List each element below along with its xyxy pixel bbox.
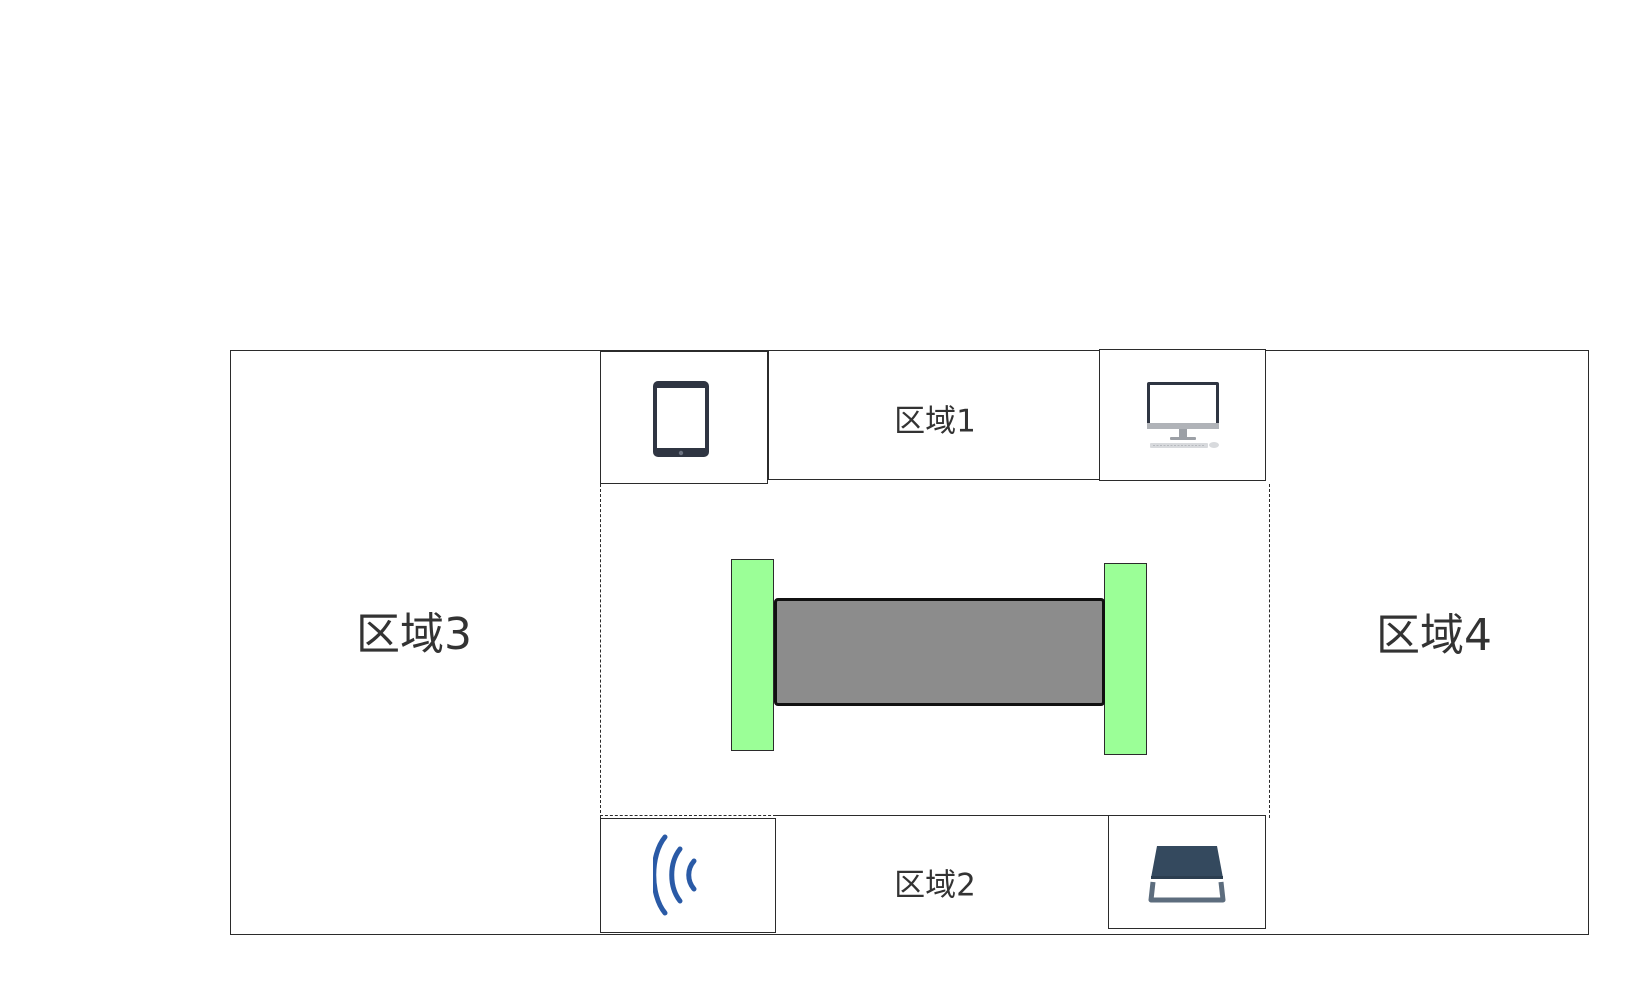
- desktop-computer-icon: [1147, 382, 1219, 448]
- region-3-label: 区域3: [356, 609, 472, 660]
- region-4-label: 区域4: [1376, 610, 1492, 661]
- region-1-label: 区域1: [894, 403, 976, 440]
- left-roller: [731, 559, 774, 751]
- center-bottom-dashed-line: [600, 815, 776, 816]
- tablet-icon: [653, 381, 709, 457]
- tablet-device-box: [600, 351, 768, 484]
- scanner-icon: [1148, 846, 1226, 903]
- scanner-device-box: [1108, 815, 1266, 929]
- wireless-device-box: [600, 818, 776, 933]
- center-beam: [774, 598, 1105, 706]
- right-roller: [1104, 563, 1147, 755]
- center-left-dashed-line: [600, 484, 601, 818]
- center-right-dashed-line: [1269, 484, 1270, 818]
- desktop-device-box: [1099, 349, 1266, 481]
- region-2-top-line: [776, 815, 1108, 816]
- region-2-label: 区域2: [894, 867, 976, 904]
- wireless-signal-icon: [653, 834, 697, 916]
